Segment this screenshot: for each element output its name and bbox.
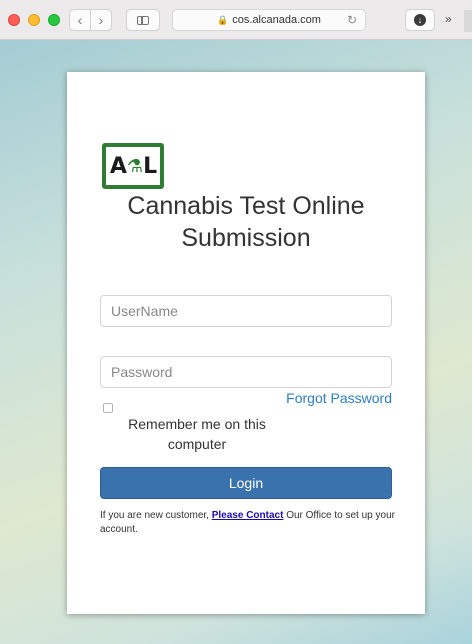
username-input[interactable]: [100, 295, 392, 327]
company-logo: A ⚗ L: [102, 143, 164, 189]
more-toolbar-icon[interactable]: »: [445, 12, 452, 26]
forward-button[interactable]: ›: [90, 9, 112, 31]
zoom-window-button[interactable]: [48, 14, 60, 26]
download-icon: ↓: [414, 14, 426, 26]
sidebar-toggle-button[interactable]: [126, 9, 160, 31]
forgot-password-link[interactable]: Forgot Password: [286, 390, 392, 406]
lock-icon: 🔒: [217, 14, 229, 25]
url-text: cos.alcanada.com: [232, 14, 321, 26]
back-button[interactable]: ‹: [69, 9, 91, 31]
chevron-left-icon: ‹: [77, 12, 83, 28]
reload-icon[interactable]: ↻: [347, 13, 357, 27]
new-customer-note: If you are new customer, Please Contact …: [100, 510, 395, 535]
flask-icon: ⚗: [126, 155, 143, 177]
page-title: Cannabis Test Online Submission: [127, 192, 365, 252]
chevron-right-icon: ›: [98, 12, 104, 28]
logo-mark: A ⚗ L: [106, 147, 160, 185]
sidebar-icon: [137, 15, 149, 25]
login-card: A⚗L Cannabis Test Online Submission Forg…: [67, 72, 425, 614]
login-button[interactable]: Login: [100, 467, 392, 499]
downloads-button[interactable]: ↓: [405, 9, 435, 31]
minimize-window-button[interactable]: [28, 14, 40, 26]
browser-toolbar: ‹ › 🔒 cos.alcanada.com ↻ ↓ »: [0, 0, 472, 40]
close-window-button[interactable]: [8, 14, 20, 26]
please-contact-link[interactable]: Please Contact: [212, 510, 284, 521]
password-input[interactable]: [100, 356, 392, 388]
new-tab-button[interactable]: [464, 10, 472, 32]
remember-me-label: Remember me on this computer: [128, 416, 266, 452]
address-bar[interactable]: 🔒 cos.alcanada.com ↻: [172, 9, 366, 31]
remember-me-checkbox[interactable]: [103, 403, 113, 413]
